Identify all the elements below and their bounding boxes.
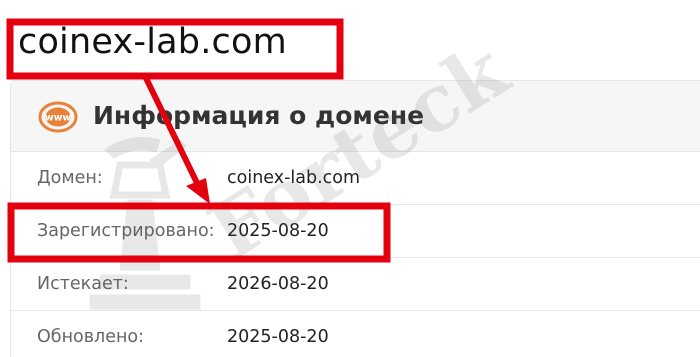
row-registered: Зарегистрировано: 2025-08-20 <box>11 205 700 258</box>
row-domain: Домен: coinex-lab.com <box>11 152 700 205</box>
page: coinex-lab.com www Информация о домене Д… <box>0 0 700 357</box>
domain-heading: coinex-lab.com <box>18 22 287 62</box>
row-label: Домен: <box>37 168 103 188</box>
row-value: 2025-08-20 <box>227 221 329 241</box>
row-value: 2025-08-20 <box>227 327 329 347</box>
domain-info-card: www Информация о домене Домен: coinex-la… <box>10 80 700 357</box>
card-header: www Информация о домене <box>11 81 700 152</box>
row-label: Истекает: <box>37 274 129 294</box>
svg-text:www: www <box>45 113 72 124</box>
row-label: Зарегистрировано: <box>37 221 215 241</box>
card-title: Информация о домене <box>93 101 425 130</box>
www-icon: www <box>38 101 78 133</box>
row-updated: Обновлено: 2025-08-20 <box>11 311 700 357</box>
row-value: 2026-08-20 <box>227 274 329 294</box>
row-label: Обновлено: <box>37 327 145 347</box>
row-expires: Истекает: 2026-08-20 <box>11 258 700 311</box>
row-value: coinex-lab.com <box>227 168 361 188</box>
